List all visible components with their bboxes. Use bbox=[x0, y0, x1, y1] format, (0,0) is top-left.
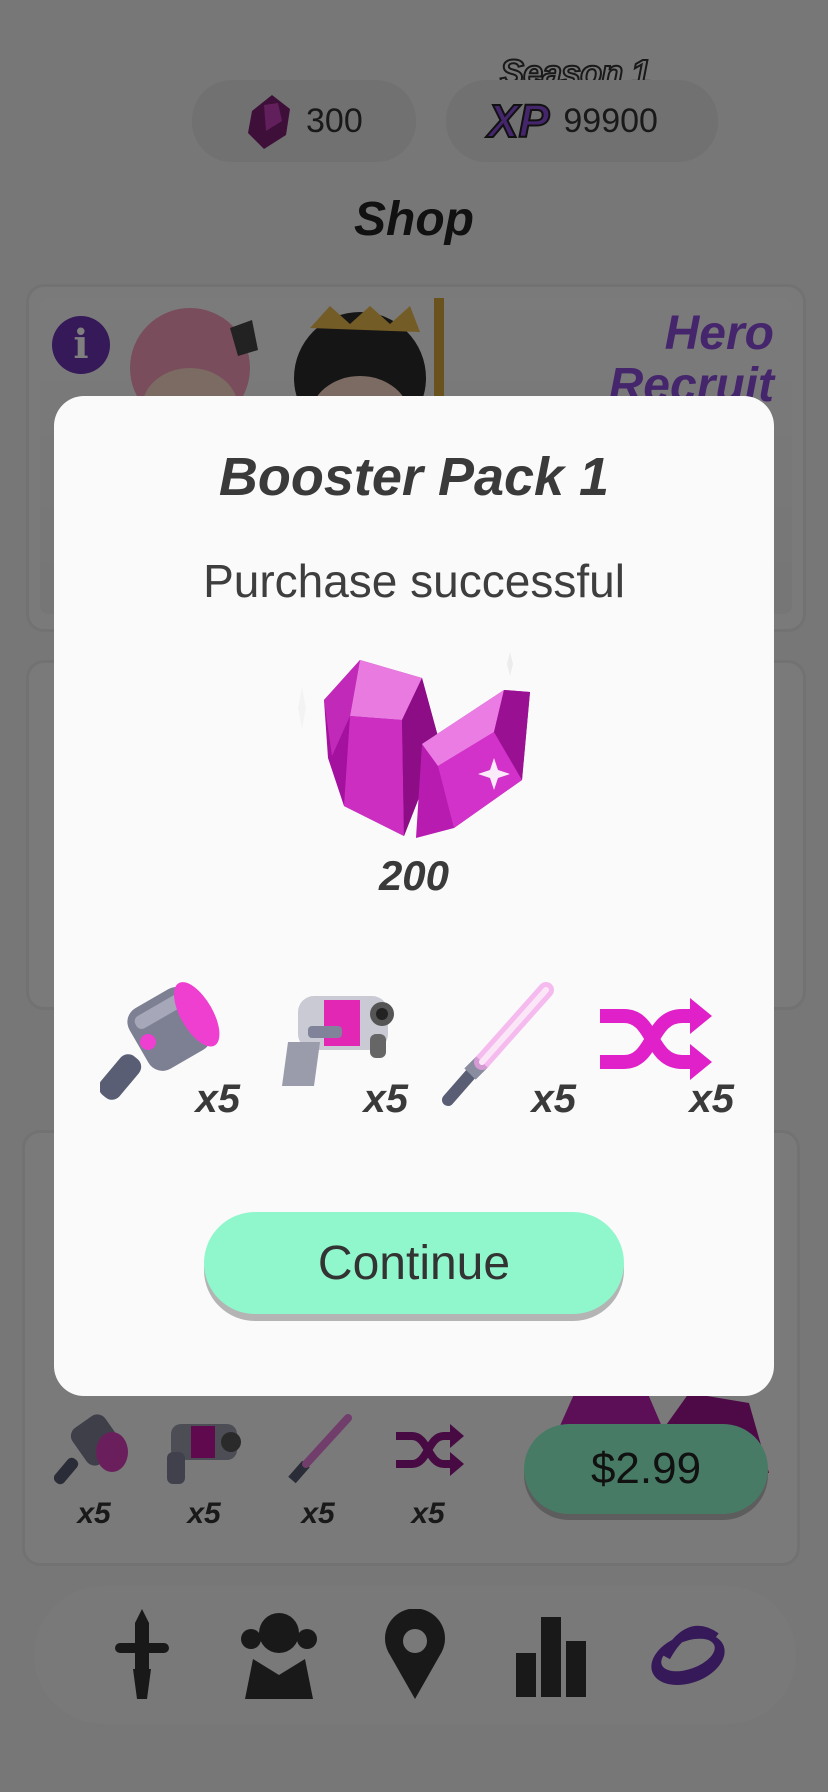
reward-item-lightsaber: x5 bbox=[436, 982, 576, 1122]
reward-item-hammer: x5 bbox=[98, 982, 241, 1122]
gem-reward-count: 200 bbox=[378, 852, 450, 899]
reward-item-qty: x5 bbox=[531, 1077, 577, 1121]
gem-reward-image bbox=[272, 640, 542, 855]
reward-item-qty: x5 bbox=[363, 1077, 409, 1121]
gem-crystal-icon bbox=[298, 652, 530, 838]
dialog-subtitle: Purchase successful bbox=[203, 555, 625, 607]
reward-item-shuffle: x5 bbox=[594, 982, 734, 1122]
dialog-title: Booster Pack 1 bbox=[218, 447, 610, 507]
reward-item-blaster: x5 bbox=[268, 982, 408, 1122]
reward-item-qty: x5 bbox=[689, 1077, 735, 1121]
reward-item-qty: x5 bbox=[195, 1077, 241, 1121]
continue-button[interactable]: Continue bbox=[204, 1212, 624, 1314]
